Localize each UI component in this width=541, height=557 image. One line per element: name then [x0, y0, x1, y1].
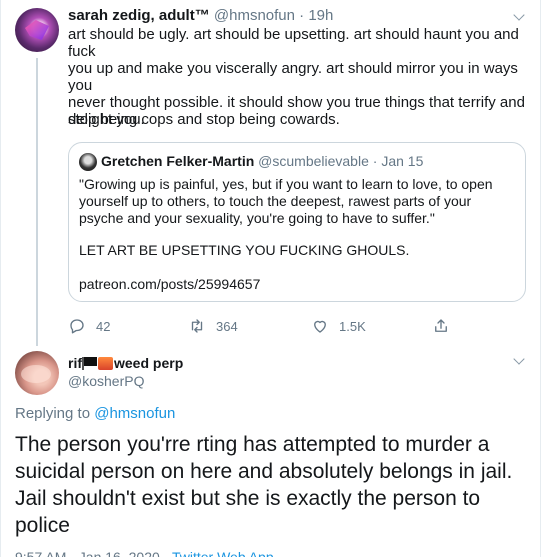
retweet-icon — [191, 319, 203, 333]
separator: · — [299, 7, 305, 24]
avatar-art — [25, 20, 49, 40]
display-name-prefix[interactable]: rif — [68, 355, 82, 371]
share-icon — [435, 319, 447, 332]
replying-to-label: Replying to — [15, 405, 91, 422]
tweet-text-line: police — [15, 514, 70, 537]
quote-text-line: yourself up to others, to touch the deep… — [79, 193, 472, 209]
reply-icon — [70, 319, 84, 334]
focused-tweet-text: The person you'rre rting has attempted t… — [15, 431, 530, 539]
tweet-text-line: suicidal person on here and absolutely b… — [15, 460, 513, 483]
tweet-source[interactable]: Twitter Web App — [172, 549, 274, 557]
heart-icon — [314, 320, 326, 333]
retweet-button[interactable]: 364 — [188, 316, 238, 336]
quote-text: "Growing up is painful, yes, but if you … — [79, 176, 509, 227]
share-button[interactable] — [432, 316, 460, 336]
quote-text-line: psyche and your sexuality, you're going … — [79, 210, 435, 226]
quote-text-line: "Growing up is painful, yes, but if you … — [79, 176, 493, 192]
tweet-meta: 9:57 AM · Jan 16, 2020 · Twitter Web App — [15, 549, 274, 557]
like-count: 1.5K — [339, 318, 366, 334]
handle[interactable]: @hmsnofun — [214, 7, 295, 24]
retweet-count: 364 — [216, 318, 238, 334]
tweet-actions: 42 364 1.5K — [68, 316, 458, 336]
bridge-icon — [98, 357, 113, 370]
tweet-text-line: never thought possible. it should show y… — [68, 94, 525, 111]
tweet-timestamp[interactable]: 9:57 AM · Jan 16, 2020 · — [15, 549, 172, 557]
replying-to-handle[interactable]: @hmsnofun — [94, 405, 175, 422]
reply-count: 42 — [96, 318, 111, 334]
thread-connector-line — [36, 58, 38, 346]
display-name[interactable]: sarah zedig, adult™ — [68, 7, 210, 24]
reply-button[interactable]: 42 — [68, 316, 110, 336]
black-flag-icon — [82, 357, 97, 370]
timestamp[interactable]: 19h — [308, 7, 333, 24]
avatar-art — [21, 365, 51, 383]
tweet-text-line: The person you'rre rting has attempted t… — [15, 433, 490, 456]
quote-tweet-card[interactable]: Gretchen Felker-Martin @scumbelievable ·… — [68, 142, 526, 302]
display-name-suffix[interactable]: weed perp — [114, 355, 183, 371]
chevron-down-icon[interactable] — [514, 356, 524, 366]
tweet-header: rif weed perp — [68, 354, 183, 373]
tweet-text-line: Jail shouldn't exist but she is exactly … — [15, 487, 481, 510]
tweet-text-line: art should be ugly. art should be upsett… — [68, 26, 519, 60]
like-button[interactable]: 1.5K — [311, 316, 366, 336]
handle[interactable]: @kosherPQ — [68, 372, 144, 391]
quote-text-second: LET ART BE UPSETTING YOU FUCKING GHOULS. — [79, 242, 410, 258]
chevron-down-icon[interactable] — [514, 12, 524, 22]
tweet-text-second: stop being cops and stop being cowards. — [68, 111, 340, 128]
quote-handle: @scumbelievable — [258, 153, 369, 169]
quote-avatar — [79, 153, 97, 171]
avatar[interactable] — [15, 351, 59, 395]
quote-display-name: Gretchen Felker-Martin — [101, 153, 255, 169]
tweet-text-line: you up and make you viscerally angry. ar… — [68, 60, 518, 94]
tweet-header: sarah zedig, adult™ @hmsnofun · 19h — [68, 6, 333, 25]
quote-header: Gretchen Felker-Martin @scumbelievable ·… — [101, 152, 423, 170]
quote-separator: · — [372, 153, 378, 169]
quote-link[interactable]: patreon.com/posts/25994657 — [79, 276, 509, 293]
replying-to: Replying to @hmsnofun — [15, 404, 175, 423]
avatar[interactable] — [15, 8, 59, 52]
quote-date: Jan 15 — [381, 153, 424, 169]
